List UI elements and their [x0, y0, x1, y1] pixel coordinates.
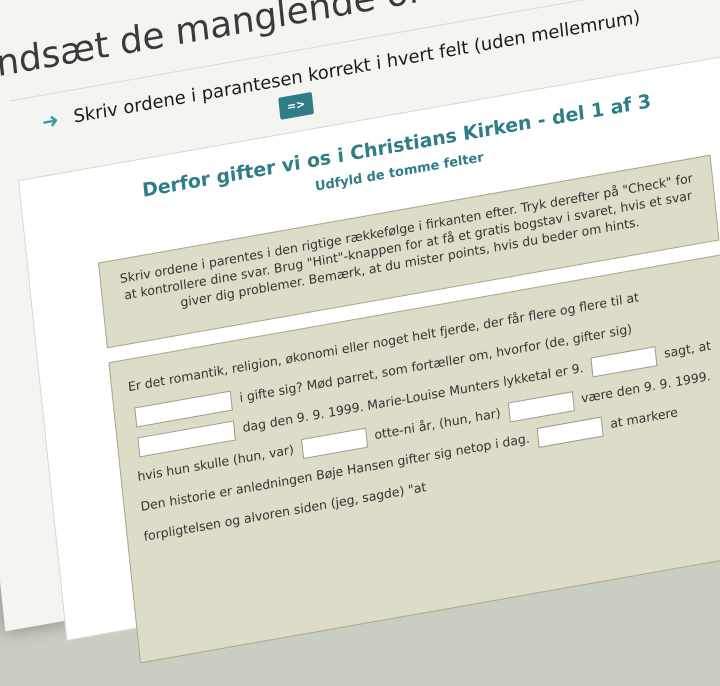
text-segment: otte-ni år, (hun, har) [373, 405, 502, 443]
viewport: Indsæt de manglende ord i hvert felt (ud… [0, 0, 720, 664]
text-segment: "at [407, 479, 427, 498]
text-segment: (hun, var) [232, 441, 295, 468]
gap-field-1[interactable] [134, 390, 233, 428]
arrow-right-icon: ➜ [40, 107, 60, 135]
gap-field-3[interactable] [590, 345, 658, 378]
page: Indsæt de manglende ord i hvert felt (ud… [0, 0, 720, 664]
gap-field-4[interactable] [300, 427, 368, 459]
next-button[interactable]: => [278, 91, 315, 120]
gap-field-5[interactable] [507, 390, 575, 423]
gap-field-6[interactable] [536, 416, 604, 448]
exercise-panel: Derfor gifter vi os i Christians Kirken … [18, 47, 720, 664]
text-segment: siden (jeg, sagde) [293, 482, 405, 518]
gap-field-2[interactable] [137, 419, 236, 457]
text-segment: i [238, 389, 244, 406]
